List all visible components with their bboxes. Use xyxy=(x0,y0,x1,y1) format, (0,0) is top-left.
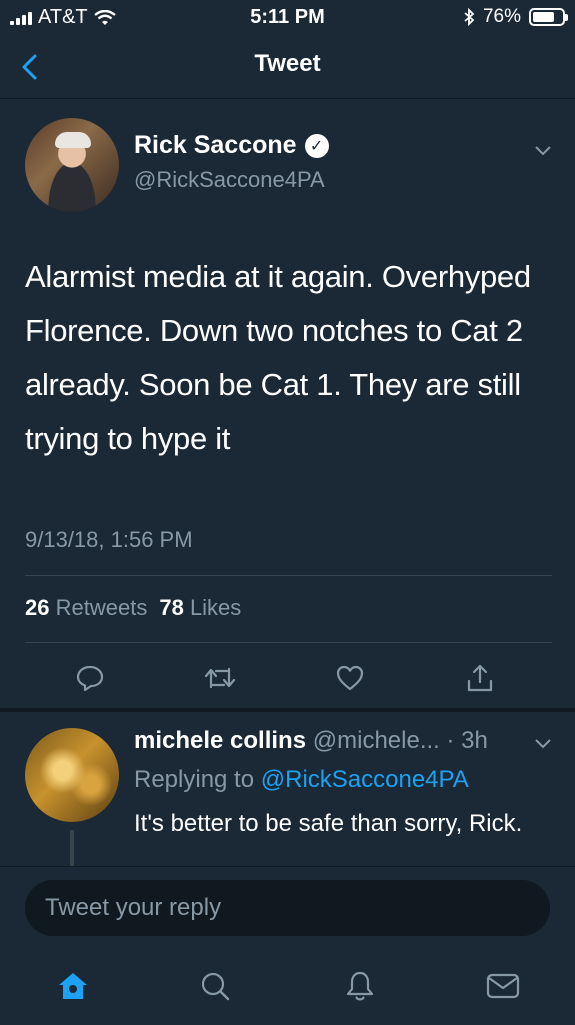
share-icon[interactable] xyxy=(460,658,500,698)
retweets-label: Retweets xyxy=(55,595,148,620)
likes-count: 78 xyxy=(159,595,184,620)
reply-text: It's better to be safe than sorry, Rick. xyxy=(134,810,523,837)
comment-icon[interactable] xyxy=(70,658,110,698)
bluetooth-icon xyxy=(464,8,475,26)
reply-input-placeholder: Tweet your reply xyxy=(45,894,222,921)
bell-icon[interactable] xyxy=(340,966,380,1006)
author-name: Rick Saccone xyxy=(134,131,297,159)
page-title: Tweet xyxy=(254,50,321,77)
reply-avatar[interactable] xyxy=(25,728,119,822)
battery-percent: 76% xyxy=(482,6,521,27)
replying-to-link[interactable]: @RickSaccone4PA xyxy=(261,766,469,793)
verified-badge-icon: ✓ xyxy=(304,133,329,158)
home-icon[interactable] xyxy=(53,966,93,1006)
retweets-count: 26 xyxy=(25,595,50,620)
retweet-icon[interactable] xyxy=(200,658,240,698)
tweet-text: Alarmist media at it again. Overhyped Fl… xyxy=(25,259,531,456)
reply-time: · 3h xyxy=(446,727,488,754)
author-avatar[interactable] xyxy=(25,118,119,212)
status-bar: AT&T 5:11 PM 76% xyxy=(0,0,575,34)
chevron-down-icon[interactable] xyxy=(533,733,553,753)
likes-stat[interactable]: 78 Likes xyxy=(159,595,241,621)
reply-header[interactable]: michele collins @michele... · 3h xyxy=(134,727,488,755)
heart-icon[interactable] xyxy=(330,658,370,698)
nav-bar: Tweet xyxy=(0,34,575,99)
retweets-stat[interactable]: 26 Retweets xyxy=(25,595,147,621)
tweet-timestamp: 9/13/18, 1:56 PM xyxy=(25,527,193,552)
search-icon[interactable] xyxy=(195,966,235,1006)
tweet-actions xyxy=(0,658,575,698)
divider xyxy=(25,575,552,576)
section-separator xyxy=(0,708,575,712)
battery-level xyxy=(533,12,554,22)
thread-line xyxy=(70,830,74,868)
battery-icon xyxy=(529,8,568,26)
author-handle[interactable]: @RickSaccone4PA xyxy=(134,167,325,193)
mail-icon[interactable] xyxy=(483,966,523,1006)
status-right: 76% xyxy=(463,6,568,28)
replying-prefix: Replying to xyxy=(134,766,255,793)
tab-bar xyxy=(0,958,575,1018)
chevron-down-icon[interactable] xyxy=(533,140,553,160)
tweet-stats: 26 Retweets 78 Likes xyxy=(25,595,241,621)
replying-to: Replying to @RickSaccone4PA xyxy=(134,766,469,794)
reply-author-handle: @michele... xyxy=(312,727,440,754)
likes-label: Likes xyxy=(189,595,242,620)
divider xyxy=(25,642,552,643)
author-name-row[interactable]: Rick Saccone ✓ xyxy=(134,131,329,160)
reply-author-name: michele collins xyxy=(134,727,307,754)
